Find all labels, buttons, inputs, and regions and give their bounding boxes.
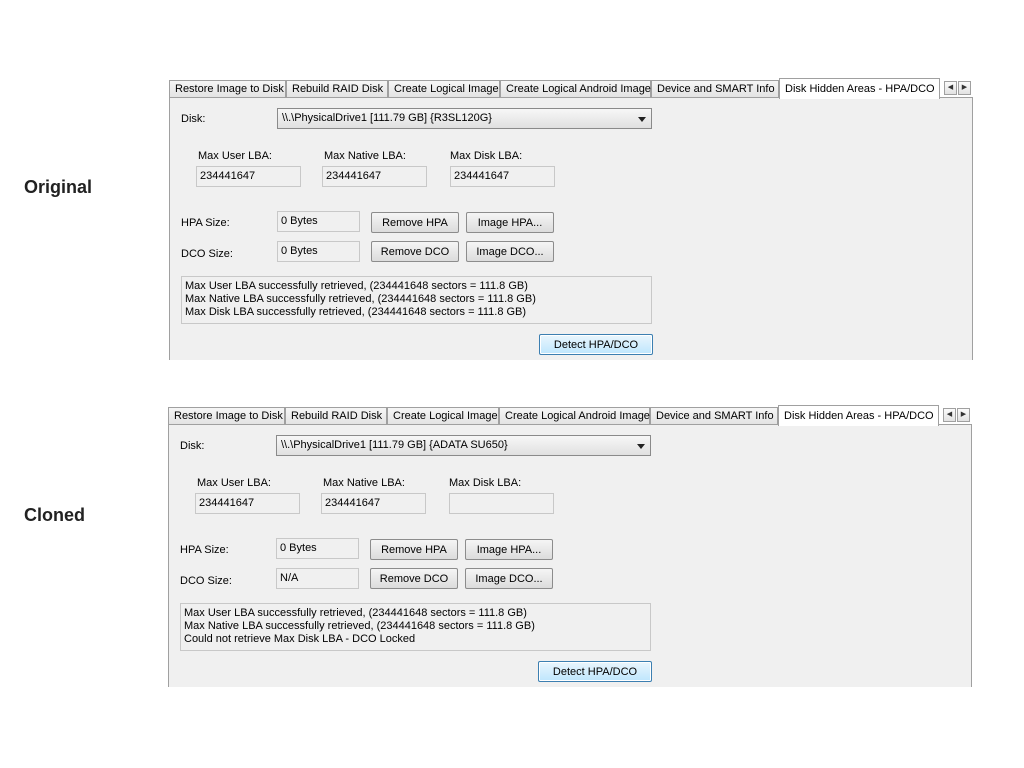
detect-hpa-dco-button[interactable]: Detect HPA/DCO <box>538 661 652 682</box>
tab-device-smart-info[interactable]: Device and SMART Info <box>650 407 778 424</box>
tab-strip: Restore Image to Disk Rebuild RAID Disk … <box>169 78 973 99</box>
max-user-lba-field: 234441647 <box>195 493 300 514</box>
cloned-panel: Restore Image to Disk Rebuild RAID Disk … <box>156 403 972 687</box>
tab-disk-hidden-areas[interactable]: Disk Hidden Areas - HPA/DCO <box>779 78 940 99</box>
disk-select[interactable]: \\.\PhysicalDrive1 [111.79 GB] {R3SL120G… <box>277 108 652 129</box>
remove-dco-button[interactable]: Remove DCO <box>371 241 459 262</box>
image-dco-button[interactable]: Image DCO... <box>466 241 554 262</box>
hpa-size-field: 0 Bytes <box>276 538 359 559</box>
disk-select[interactable]: \\.\PhysicalDrive1 [111.79 GB] {ADATA SU… <box>276 435 651 456</box>
chevron-down-icon <box>637 444 645 449</box>
status-log: Max User LBA successfully retrieved, (23… <box>181 276 652 324</box>
image-hpa-button[interactable]: Image HPA... <box>465 539 553 560</box>
log-line: Max Disk LBA successfully retrieved, (23… <box>185 306 527 318</box>
tab-scroll-left-icon[interactable]: ◀ <box>944 81 957 95</box>
log-line: Could not retrieve Max Disk LBA - DCO Lo… <box>184 633 416 645</box>
hpa-size-label: HPA Size: <box>180 544 229 556</box>
remove-hpa-button[interactable]: Remove HPA <box>371 212 459 233</box>
max-disk-lba-field: 234441647 <box>450 166 555 187</box>
detect-hpa-dco-button[interactable]: Detect HPA/DCO <box>539 334 653 355</box>
cloned-label: Cloned <box>24 505 85 525</box>
original-label: Original <box>24 177 93 197</box>
log-line: Max Native LBA successfully retrieved, (… <box>185 293 536 305</box>
tab-rebuild-raid[interactable]: Rebuild RAID Disk <box>286 80 388 97</box>
remove-dco-button[interactable]: Remove DCO <box>370 568 458 589</box>
tab-create-logical-android-image[interactable]: Create Logical Android Image <box>499 407 650 424</box>
tab-create-logical-android-image[interactable]: Create Logical Android Image <box>500 80 651 97</box>
disk-select-value: \\.\PhysicalDrive1 [111.79 GB] {ADATA SU… <box>281 439 508 451</box>
max-user-lba-label: Max User LBA: <box>198 150 272 162</box>
dco-size-label: DCO Size: <box>181 248 233 260</box>
log-line: Max User LBA successfully retrieved, (23… <box>184 607 527 619</box>
image-dco-button[interactable]: Image DCO... <box>465 568 553 589</box>
original-panel: Restore Image to Disk Rebuild RAID Disk … <box>157 76 973 360</box>
tab-device-smart-info[interactable]: Device and SMART Info <box>651 80 779 97</box>
tab-rebuild-raid[interactable]: Rebuild RAID Disk <box>285 407 387 424</box>
tab-disk-hidden-areas[interactable]: Disk Hidden Areas - HPA/DCO <box>778 405 939 426</box>
dco-size-field: 0 Bytes <box>277 241 360 262</box>
tab-restore-image[interactable]: Restore Image to Disk <box>169 80 286 97</box>
chevron-down-icon <box>638 117 646 122</box>
log-line: Max Native LBA successfully retrieved, (… <box>184 620 535 632</box>
tab-scroll-left-icon[interactable]: ◀ <box>943 408 956 422</box>
max-disk-lba-field <box>449 493 554 514</box>
tab-scroll-right-icon[interactable]: ▶ <box>958 81 971 95</box>
tab-content: Disk: \\.\PhysicalDrive1 [111.79 GB] {R3… <box>169 97 973 360</box>
max-native-lba-label: Max Native LBA: <box>323 477 405 489</box>
tab-create-logical-image[interactable]: Create Logical Image <box>387 407 499 424</box>
log-line: Max User LBA successfully retrieved, (23… <box>185 280 528 292</box>
tab-scroll-right-icon[interactable]: ▶ <box>957 408 970 422</box>
max-disk-lba-label: Max Disk LBA: <box>450 150 523 162</box>
disk-label: Disk: <box>181 113 206 125</box>
dco-size-field: N/A <box>276 568 359 589</box>
disk-label: Disk: <box>180 440 205 452</box>
hpa-size-field: 0 Bytes <box>277 211 360 232</box>
max-user-lba-field: 234441647 <box>196 166 301 187</box>
tab-content: Disk: \\.\PhysicalDrive1 [111.79 GB] {AD… <box>168 424 972 687</box>
max-disk-lba-label: Max Disk LBA: <box>449 477 522 489</box>
max-native-lba-field: 234441647 <box>322 166 427 187</box>
remove-hpa-button[interactable]: Remove HPA <box>370 539 458 560</box>
max-user-lba-label: Max User LBA: <box>197 477 271 489</box>
disk-select-value: \\.\PhysicalDrive1 [111.79 GB] {R3SL120G… <box>282 112 492 124</box>
max-native-lba-label: Max Native LBA: <box>324 150 406 162</box>
status-log: Max User LBA successfully retrieved, (23… <box>180 603 651 651</box>
tab-strip: Restore Image to Disk Rebuild RAID Disk … <box>168 405 972 426</box>
image-hpa-button[interactable]: Image HPA... <box>466 212 554 233</box>
tab-create-logical-image[interactable]: Create Logical Image <box>388 80 500 97</box>
hpa-size-label: HPA Size: <box>181 217 230 229</box>
tab-restore-image[interactable]: Restore Image to Disk <box>168 407 285 424</box>
max-native-lba-field: 234441647 <box>321 493 426 514</box>
dco-size-label: DCO Size: <box>180 575 232 587</box>
